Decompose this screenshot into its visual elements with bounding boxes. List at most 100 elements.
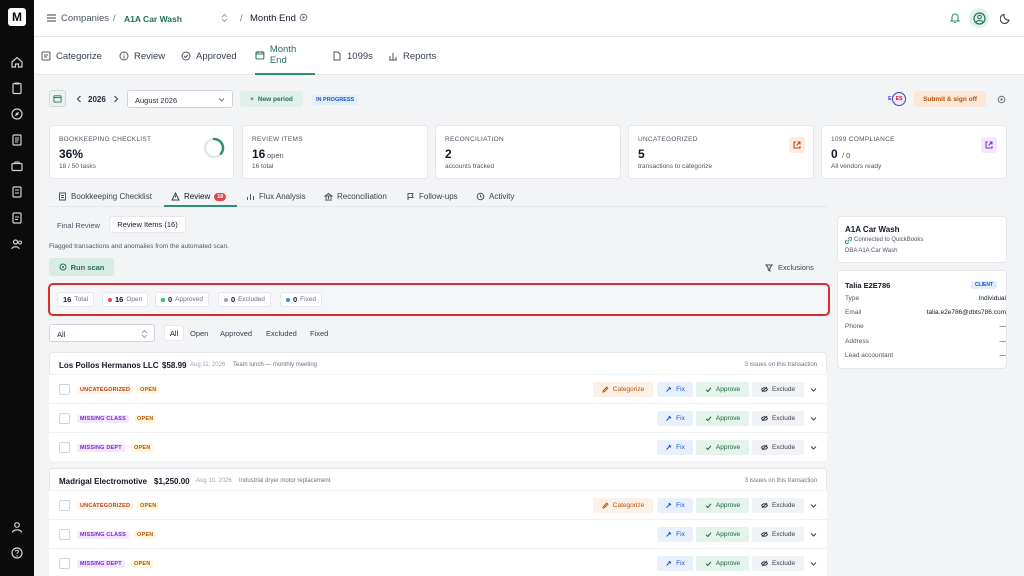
exclude-button[interactable]: Exclude bbox=[752, 556, 804, 571]
avatar-es[interactable]: ES bbox=[892, 92, 906, 106]
subtab-flux[interactable]: Flux Analysis bbox=[246, 192, 306, 201]
chevron-down-icon[interactable] bbox=[810, 502, 817, 509]
calendar-button[interactable] bbox=[49, 90, 66, 107]
open-1099-button[interactable] bbox=[981, 137, 997, 153]
stat-card-checklist[interactable]: BOOKKEEPING CHECKLIST 36% 18 / 50 tasks bbox=[49, 125, 234, 179]
month-select[interactable]: August 2026 bbox=[127, 90, 233, 108]
sign-off-button[interactable]: Submit & sign off bbox=[914, 91, 986, 107]
tab-review[interactable]: Review bbox=[119, 37, 165, 75]
issue-row[interactable]: MISSING DEPT OPEN Fix Approve Exclude bbox=[49, 548, 827, 576]
exclude-button[interactable]: Exclude bbox=[752, 382, 804, 397]
stat-card-uncategorized[interactable]: UNCATEGORIZED 5 transactions to categori… bbox=[628, 125, 814, 179]
stat-card-1099[interactable]: 1099 COMPLIANCE 0 / 0 All vendors ready bbox=[821, 125, 1007, 179]
run-scan-button[interactable]: Run scan bbox=[49, 258, 114, 276]
app-logo[interactable]: M bbox=[8, 8, 26, 26]
chevron-updown-icon[interactable] bbox=[221, 13, 228, 23]
field-value-email[interactable]: talia.e2e786@dbts786.com bbox=[927, 309, 1006, 316]
gear-icon[interactable] bbox=[299, 13, 308, 22]
row-checkbox[interactable] bbox=[59, 442, 70, 453]
approve-button[interactable]: Approve bbox=[696, 556, 749, 571]
approve-button[interactable]: Approve bbox=[696, 498, 749, 513]
company-name[interactable]: A1A Car Wash bbox=[124, 14, 182, 24]
exclude-button[interactable]: Exclude bbox=[752, 498, 804, 513]
approve-button[interactable]: Approve bbox=[696, 440, 749, 455]
categorize-button[interactable]: Categorize bbox=[593, 498, 653, 513]
issue-row[interactable]: UNCATEGORIZED OPEN Categorize Fix Approv… bbox=[49, 490, 827, 519]
clipboard-icon[interactable] bbox=[10, 81, 24, 95]
chevron-right-icon[interactable] bbox=[113, 95, 119, 103]
briefcase-icon[interactable] bbox=[10, 159, 24, 173]
status-filter-select[interactable]: All bbox=[49, 324, 155, 342]
row-checkbox[interactable] bbox=[59, 384, 70, 395]
fix-button[interactable]: Fix bbox=[657, 411, 693, 426]
chevron-down-icon[interactable] bbox=[810, 386, 817, 393]
fix-button[interactable]: Fix bbox=[657, 498, 693, 513]
exclude-button[interactable]: Exclude bbox=[752, 411, 804, 426]
summary-excluded[interactable]: 0 Excluded bbox=[218, 292, 271, 307]
breadcrumb-companies[interactable]: Companies bbox=[61, 13, 109, 24]
exclude-button[interactable]: Exclude bbox=[752, 440, 804, 455]
chevron-down-icon[interactable] bbox=[810, 560, 817, 567]
row-checkbox[interactable] bbox=[59, 558, 70, 569]
categorize-button[interactable]: Categorize bbox=[593, 382, 653, 397]
row-checkbox[interactable] bbox=[59, 500, 70, 511]
subtab-review[interactable]: Review 16 bbox=[164, 186, 237, 207]
ledger-icon[interactable] bbox=[10, 185, 24, 199]
subtab-followups[interactable]: Follow-ups bbox=[406, 192, 458, 201]
exclusions-button[interactable]: Exclusions bbox=[765, 263, 814, 272]
row-checkbox[interactable] bbox=[59, 413, 70, 424]
chevron-down-icon[interactable] bbox=[810, 415, 817, 422]
subtab-checklist[interactable]: Bookkeeping Checklist bbox=[58, 192, 152, 201]
help-icon[interactable] bbox=[10, 546, 24, 560]
summary-fixed[interactable]: 0 Fixed bbox=[280, 292, 323, 307]
row-checkbox[interactable] bbox=[59, 529, 70, 540]
fix-button[interactable]: Fix bbox=[657, 527, 693, 542]
subtab-activity[interactable]: Activity bbox=[476, 192, 514, 201]
issue-row[interactable]: UNCATEGORIZED OPEN Categorize Fix Approv… bbox=[49, 374, 827, 403]
new-period-button[interactable]: + New period bbox=[240, 91, 303, 107]
filter-fixed[interactable]: Fixed bbox=[310, 329, 328, 338]
stat-card-review[interactable]: REVIEW ITEMS 16 open 16 total bbox=[242, 125, 428, 179]
filter-all[interactable]: All bbox=[164, 325, 184, 341]
summary-open[interactable]: 16 Open bbox=[102, 292, 149, 307]
compass-icon[interactable] bbox=[10, 107, 24, 121]
issue-row[interactable]: MISSING DEPT OPEN Fix Approve Exclude bbox=[49, 432, 827, 461]
chevron-left-icon[interactable] bbox=[76, 95, 82, 103]
bell-icon[interactable] bbox=[950, 12, 960, 24]
approve-button[interactable]: Approve bbox=[696, 411, 749, 426]
document-icon[interactable] bbox=[10, 133, 24, 147]
home-icon[interactable] bbox=[10, 55, 24, 69]
fix-button[interactable]: Fix bbox=[657, 556, 693, 571]
filter-excluded[interactable]: Excluded bbox=[266, 329, 297, 338]
account-avatar[interactable] bbox=[969, 8, 989, 28]
transaction-header[interactable]: Los Pollos Hermanos LLC $58.99 Aug 11, 2… bbox=[49, 352, 827, 376]
profile-icon[interactable] bbox=[10, 520, 24, 534]
fix-button[interactable]: Fix bbox=[657, 440, 693, 455]
approve-button[interactable]: Approve bbox=[696, 527, 749, 542]
chevron-down-icon[interactable] bbox=[810, 531, 817, 538]
transaction-header[interactable]: Madrigal Electromotive $1,250.00 Aug 10,… bbox=[49, 468, 827, 492]
open-uncategorized-button[interactable] bbox=[789, 137, 805, 153]
moon-icon[interactable] bbox=[1000, 12, 1012, 24]
segment-review-items[interactable]: Review Items (16) bbox=[109, 216, 186, 233]
issue-row[interactable]: MISSING CLASS OPEN Fix Approve Exclude bbox=[49, 403, 827, 432]
tab-approved[interactable]: Approved bbox=[181, 37, 237, 75]
chevron-down-icon[interactable] bbox=[810, 444, 817, 451]
exclude-button[interactable]: Exclude bbox=[752, 527, 804, 542]
tab-1099s[interactable]: 1099s bbox=[332, 37, 373, 75]
summary-approved[interactable]: 0 Approved bbox=[155, 292, 209, 307]
tab-reports[interactable]: Reports bbox=[388, 37, 436, 75]
fix-button[interactable]: Fix bbox=[657, 382, 693, 397]
subtab-reconciliation[interactable]: Reconciliation bbox=[324, 192, 387, 201]
segment-final-review[interactable]: Final Review bbox=[57, 221, 100, 230]
stat-card-reconciliation[interactable]: RECONCILIATION 2 accounts tracked bbox=[435, 125, 621, 179]
users-icon[interactable] bbox=[10, 237, 24, 251]
tab-month-end[interactable]: Month End bbox=[255, 37, 315, 75]
issue-row[interactable]: MISSING CLASS OPEN Fix Approve Exclude bbox=[49, 519, 827, 548]
filter-approved[interactable]: Approved bbox=[220, 329, 252, 338]
filter-open[interactable]: Open bbox=[190, 329, 208, 338]
approve-button[interactable]: Approve bbox=[696, 382, 749, 397]
menu-icon[interactable] bbox=[47, 14, 56, 22]
tab-categorize[interactable]: Categorize bbox=[41, 37, 102, 75]
summary-total[interactable]: 16 Total bbox=[57, 292, 95, 307]
